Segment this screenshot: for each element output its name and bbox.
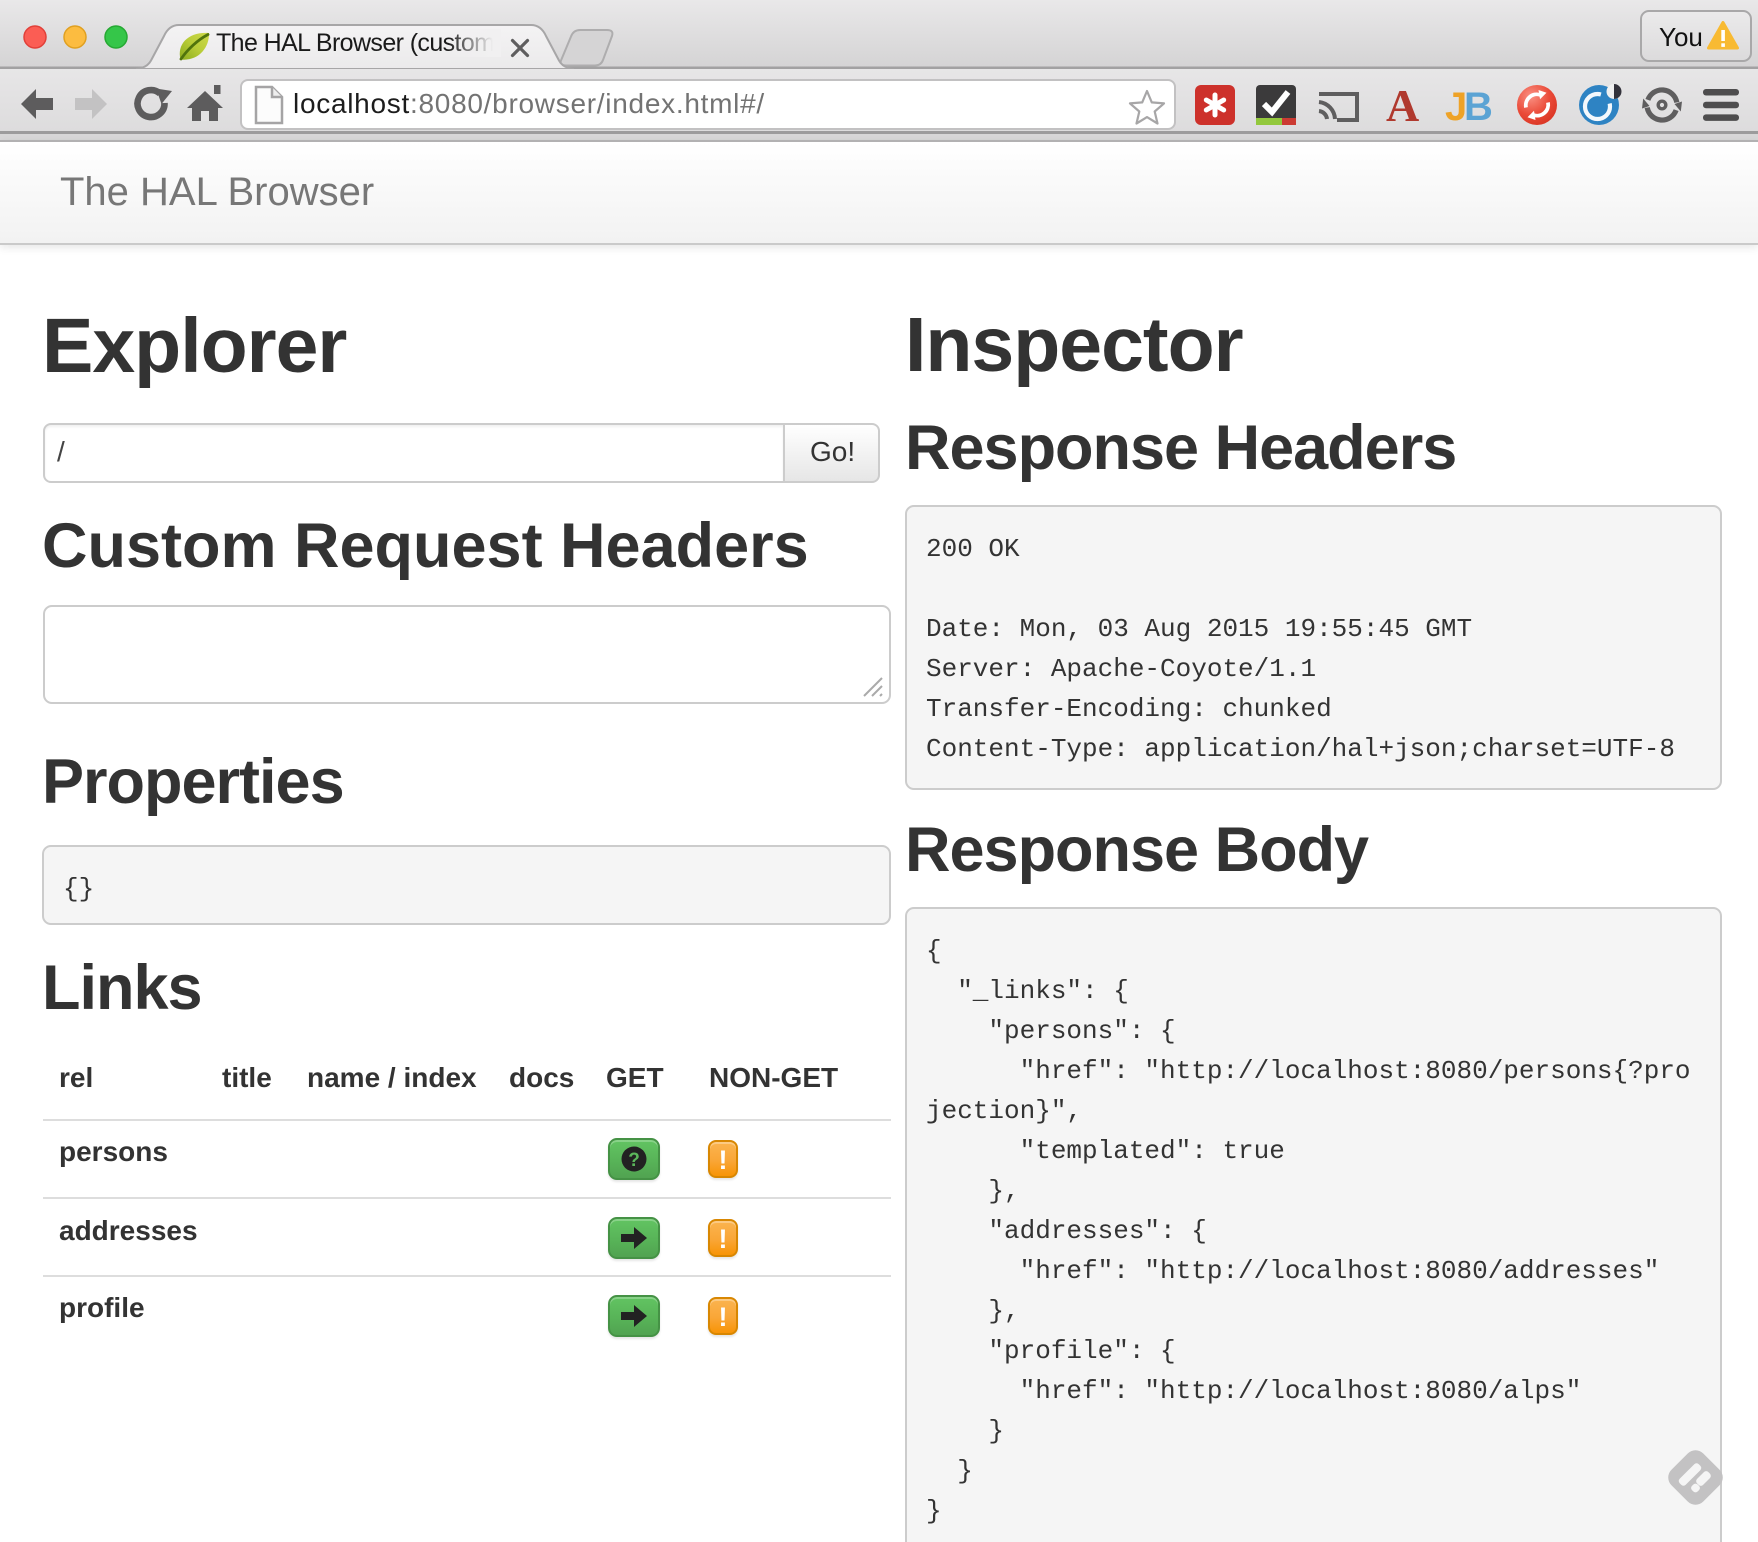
svg-text:A: A [1386, 80, 1419, 131]
svg-text:B: B [1464, 85, 1493, 129]
svg-text:?: ? [628, 1150, 640, 1171]
